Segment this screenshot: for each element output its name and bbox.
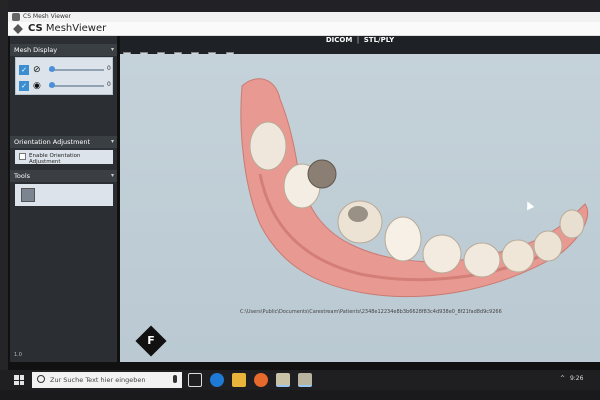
tools-header[interactable]: Tools ▾ [10, 170, 117, 182]
monitor-bezel-bottom [0, 390, 600, 400]
tab-stl-ply[interactable]: STL/PLY [364, 36, 394, 44]
3d-viewport[interactable]: F [120, 54, 600, 362]
window-titlebar[interactable]: CS Mesh Viewer [8, 12, 600, 22]
measure-tool-icon[interactable] [21, 188, 35, 202]
mesh-visible-checkbox[interactable]: ✓ [19, 81, 29, 91]
search-placeholder: Zur Suche Text hier eingeben [50, 376, 146, 384]
tooth [559, 209, 585, 239]
taskbar-search[interactable]: Zur Suche Text hier eingeben [32, 372, 182, 388]
brand-title: CS MeshViewer [28, 23, 106, 34]
version-label: 1.0 [14, 352, 22, 358]
opacity-slider-handle[interactable] [49, 82, 55, 88]
tab-dicom[interactable]: DICOM [326, 36, 352, 44]
firefox-icon[interactable] [254, 373, 268, 387]
brand-name: MeshViewer [45, 23, 107, 34]
eye-icon[interactable]: ◉ [33, 81, 45, 91]
tab-separator: | [356, 36, 360, 44]
clock[interactable]: 9:26 [570, 375, 583, 382]
orientation-box: Enable Orientation Adjustment [15, 150, 113, 165]
left-panel: Mesh Display ▾ ✓ ⊘ 0 ✓ ◉ 0 Orientation A… [10, 36, 117, 362]
opacity-slider[interactable] [49, 69, 104, 71]
microphone-icon[interactable] [173, 375, 177, 383]
tools-title: Tools [14, 172, 31, 180]
mesh-visible-checkbox[interactable]: ✓ [19, 65, 29, 75]
screen: CS Mesh Viewer CS MeshViewer Mesh Displa… [0, 0, 600, 400]
monitor-bezel [0, 0, 600, 12]
file-path: C:\Users\Public\Documents\Carestream\Pat… [240, 309, 502, 315]
windows-start-icon[interactable] [14, 375, 24, 385]
mesh-display-header[interactable]: Mesh Display ▾ [10, 44, 117, 56]
brand-prefix: CS [28, 23, 43, 34]
tooth [384, 216, 422, 262]
orientation-cube-label: F [147, 334, 155, 347]
search-icon [37, 375, 45, 383]
tooth [533, 230, 563, 262]
app-icon [12, 13, 20, 21]
chevron-down-icon: ▾ [110, 138, 114, 145]
tooth [249, 121, 287, 171]
meshviewer-app-icon[interactable] [276, 373, 290, 387]
eye-off-icon[interactable]: ⊘ [33, 65, 45, 75]
tooth-filling [348, 206, 368, 222]
edge-icon[interactable] [210, 373, 224, 387]
chevron-down-icon: ▾ [110, 46, 114, 53]
brand-logo-icon [13, 24, 23, 34]
opacity-value: 0 [107, 81, 111, 88]
opacity-slider-handle[interactable] [49, 66, 55, 72]
tooth [422, 234, 462, 274]
mesh-display-box: ✓ ⊘ 0 ✓ ◉ 0 [15, 57, 113, 95]
enable-orientation-label: Enable Orientation Adjustment [29, 153, 81, 165]
file-explorer-icon[interactable] [232, 373, 246, 387]
tray-expand-icon[interactable]: ^ [560, 375, 565, 382]
mesh-row: ✓ ◉ 0 [19, 80, 111, 92]
monitor-bezel-left [0, 0, 8, 370]
app-header: CS MeshViewer [8, 22, 600, 36]
enable-orientation-checkbox[interactable] [19, 153, 26, 160]
viewport-toolbar: DICOM | STL/PLY [120, 36, 600, 60]
taskbar: Zur Suche Text hier eingeben ^ 9:26 [0, 370, 600, 390]
opacity-slider[interactable] [49, 85, 104, 87]
view-icons [123, 45, 238, 60]
meshviewer-app-icon-2[interactable] [298, 373, 312, 387]
system-tray: ^ 9:26 [560, 375, 586, 382]
mode-tabs: DICOM | STL/PLY [120, 36, 600, 45]
tooth [463, 242, 501, 278]
chevron-down-icon: ▾ [110, 172, 114, 179]
window-title: CS Mesh Viewer [23, 13, 72, 20]
tooth-crown [307, 159, 337, 189]
orientation-title: Orientation Adjustment [14, 138, 91, 146]
orientation-header[interactable]: Orientation Adjustment ▾ [10, 136, 117, 148]
task-view-icon[interactable] [188, 373, 202, 387]
mesh-display-title: Mesh Display [14, 46, 58, 54]
mesh-row: ✓ ⊘ 0 [19, 64, 111, 76]
opacity-value: 0 [107, 65, 111, 72]
tooth [501, 239, 535, 273]
orientation-cube[interactable]: F [135, 325, 167, 357]
tools-box [15, 184, 113, 206]
